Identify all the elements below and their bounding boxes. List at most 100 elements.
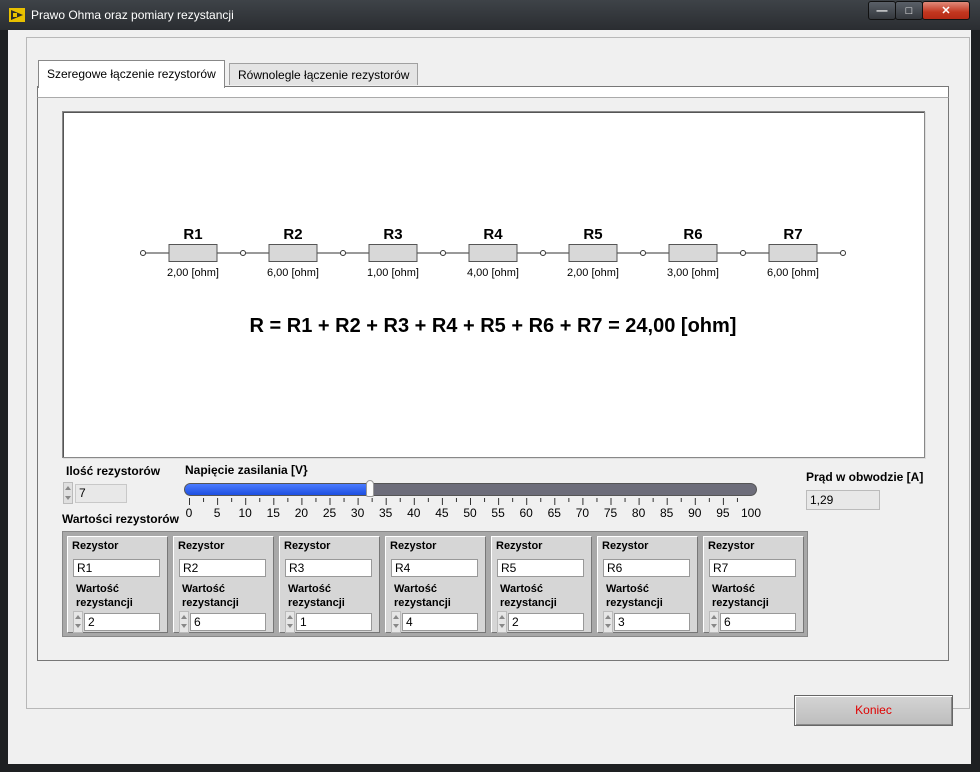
- scale-tick-label: 5: [213, 506, 221, 520]
- resistance-spinner[interactable]: [179, 611, 189, 633]
- resistor-symbol: [368, 244, 418, 262]
- resistance-label-line2: rezystancji: [712, 597, 769, 609]
- count-input[interactable]: 7: [75, 484, 127, 503]
- resistance-label-line2: rezystancji: [500, 597, 557, 609]
- minimize-icon: —: [876, 5, 888, 17]
- resistor-header: Rezystor: [602, 540, 649, 552]
- spin-up-icon: [711, 615, 717, 619]
- resistor-cell: Rezystor R5 Wartość rezystancji 2: [491, 536, 592, 633]
- resistance-input[interactable]: 1: [296, 613, 372, 631]
- resistor-name-field[interactable]: R4: [391, 559, 478, 577]
- resistor-cell: Rezystor R7 Wartość rezystancji 6: [703, 536, 804, 633]
- scale-tick-label: 85: [660, 506, 674, 520]
- resistor-name-field[interactable]: R1: [73, 559, 160, 577]
- spin-down-icon: [711, 624, 717, 628]
- resistor-header: Rezystor: [496, 540, 543, 552]
- resistance-spinner[interactable]: [603, 611, 613, 633]
- resistor-value-label: 2,00 [ohm]: [567, 267, 619, 279]
- resistor-symbol: [568, 244, 618, 262]
- count-spinner[interactable]: [63, 482, 73, 504]
- resistor-header: Rezystor: [390, 540, 437, 552]
- resistor-name-field[interactable]: R2: [179, 559, 266, 577]
- scale-tick-label: 25: [322, 506, 337, 520]
- resistance-spinner[interactable]: [285, 611, 295, 633]
- resistor-value-label: 1,00 [ohm]: [367, 267, 419, 279]
- resistance-input[interactable]: 3: [614, 613, 690, 631]
- maximize-button[interactable]: □: [895, 1, 923, 20]
- resistor-values-array: Rezystor R1 Wartość rezystancji 2 Rezystor R2 W…: [62, 531, 808, 637]
- resistance-spinner[interactable]: [391, 611, 401, 633]
- circuit-node: [840, 250, 846, 256]
- scale-tick-label: 0: [185, 506, 193, 520]
- resistor-symbol: [268, 244, 318, 262]
- resistance-label-line1: Wartość: [76, 583, 119, 595]
- resistor-value-label: 6,00 [ohm]: [267, 267, 319, 279]
- resistor-name-label: R1: [183, 226, 202, 243]
- tab-parallel[interactable]: Równolegle łączenie rezystorów: [229, 63, 419, 85]
- spin-down-icon: [393, 624, 399, 628]
- close-button[interactable]: ✕: [922, 1, 970, 20]
- total-resistance-formula: R = R1 + R2 + R3 + R4 + R5 + R6 + R7 = 2…: [250, 315, 737, 337]
- resistance-input[interactable]: 4: [402, 613, 478, 631]
- circuit-diagram: R1 2,00 [ohm] R2 6,00 [ohm] R3 1,00 [ohm] R4 4,…: [62, 111, 925, 458]
- resistor-cell: Rezystor R6 Wartość rezystancji 3: [597, 536, 698, 633]
- resistance-spinner[interactable]: [73, 611, 83, 633]
- close-icon: ✕: [941, 5, 951, 17]
- resistor-header: Rezystor: [284, 540, 331, 552]
- tab-series[interactable]: Szeregowe łączenie rezystorów: [38, 60, 225, 88]
- title-bar[interactable]: Prawo Ohma oraz pomiary rezystancji — □ …: [0, 0, 980, 30]
- resistance-label-line1: Wartość: [606, 583, 649, 595]
- resistance-label: Wartość rezystancji: [288, 582, 345, 610]
- resistor-name-field[interactable]: R6: [603, 559, 690, 577]
- resistance-label: Wartość rezystancji: [182, 582, 239, 610]
- scale-tick-label: 55: [491, 506, 505, 520]
- circuit-node: [240, 250, 246, 256]
- resistor-value-label: 2,00 [ohm]: [167, 267, 219, 279]
- resistance-label: Wartość rezystancji: [76, 582, 133, 610]
- scale-tick-label: 35: [379, 506, 393, 520]
- resistor-symbol: [668, 244, 718, 262]
- resistance-input[interactable]: 2: [508, 613, 584, 631]
- resistor-name-label: R2: [283, 226, 302, 243]
- voltage-slider-thumb[interactable]: [365, 480, 374, 497]
- circuit-node: [440, 250, 446, 256]
- scale-tick-label: 75: [603, 506, 618, 520]
- resistance-label: Wartość rezystancji: [394, 582, 451, 610]
- resistor-name-field[interactable]: R5: [497, 559, 584, 577]
- resistor-header: Rezystor: [72, 540, 119, 552]
- resistor-header: Rezystor: [708, 540, 755, 552]
- spin-down-icon: [605, 624, 611, 628]
- resistor-name-label: R3: [383, 226, 402, 243]
- spin-up-icon: [75, 615, 81, 619]
- resistor-name-field[interactable]: R3: [285, 559, 372, 577]
- scale-tick-label: 20: [294, 506, 309, 520]
- voltage-slider[interactable]: [184, 480, 757, 497]
- circuit-node: [640, 250, 646, 256]
- resistance-label-line2: rezystancji: [606, 597, 663, 609]
- scale-tick-label: 100: [740, 506, 762, 520]
- spin-down-icon: [75, 624, 81, 628]
- current-label: Prąd w obwodzie [A]: [806, 470, 924, 484]
- end-button[interactable]: Koniec: [794, 695, 953, 726]
- resistance-input[interactable]: 6: [190, 613, 266, 631]
- resistance-spinner[interactable]: [709, 611, 719, 633]
- current-display: 1,29: [806, 490, 880, 510]
- minimize-button[interactable]: —: [868, 1, 896, 20]
- resistance-input[interactable]: 2: [84, 613, 160, 631]
- resistor-cell: Rezystor R1 Wartość rezystancji 2: [67, 536, 168, 633]
- resistance-input[interactable]: 6: [720, 613, 796, 631]
- scale-tick-label: 30: [350, 506, 365, 520]
- resistance-label-line2: rezystancji: [394, 597, 451, 609]
- spin-down-icon: [287, 624, 293, 628]
- spin-down-icon: [65, 496, 71, 500]
- resistance-spinner[interactable]: [497, 611, 507, 633]
- resistor-symbol: [168, 244, 218, 262]
- resistance-label: Wartość rezystancji: [712, 582, 769, 610]
- resistor-name-field[interactable]: R7: [709, 559, 796, 577]
- resistor-name-label: R7: [783, 226, 802, 243]
- scale-tick-label: 10: [238, 506, 252, 520]
- scale-tick-label: 50: [463, 506, 477, 520]
- circuit-node: [140, 250, 146, 256]
- count-label: Ilość rezystorów: [66, 464, 161, 478]
- resistance-label-line1: Wartość: [712, 583, 755, 595]
